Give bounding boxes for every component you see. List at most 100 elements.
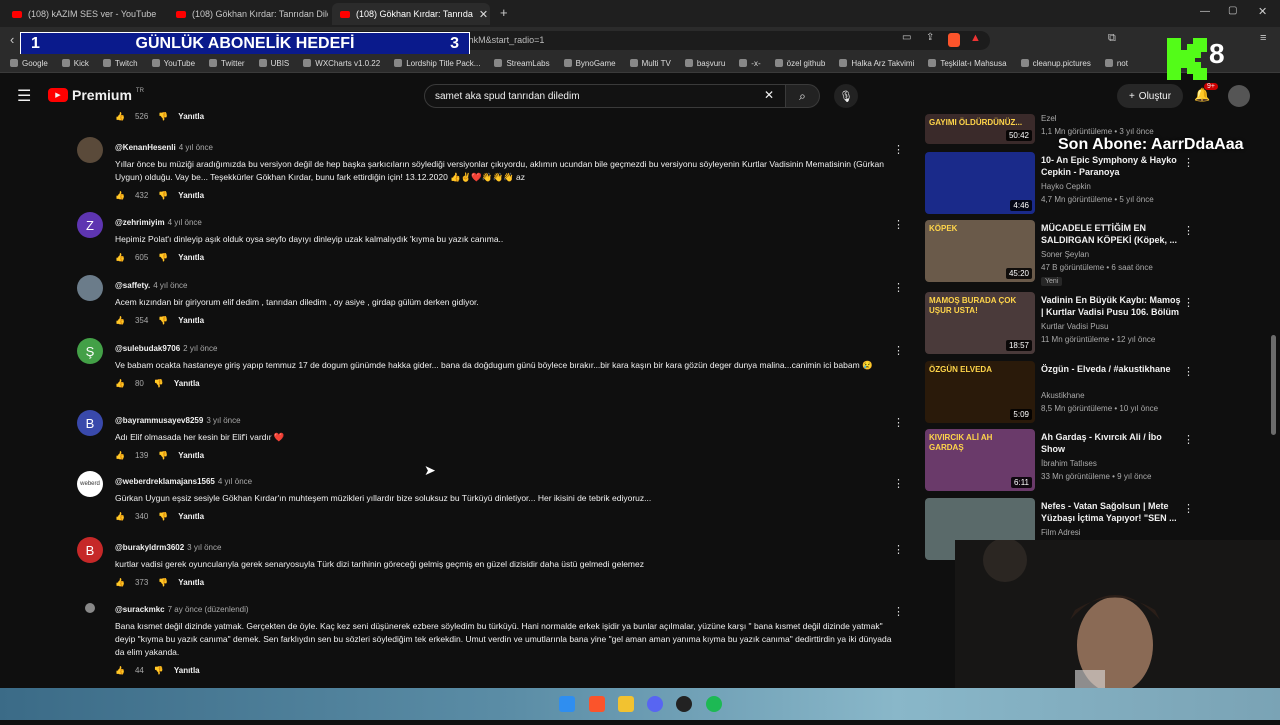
video-thumbnail[interactable]: 4:46 bbox=[925, 152, 1035, 214]
spotify-icon[interactable] bbox=[706, 696, 722, 712]
reply-button[interactable]: Yanıtla bbox=[178, 451, 204, 460]
menu-icon[interactable]: ≡ bbox=[1260, 32, 1266, 44]
browser-tab-1[interactable]: (108) kAZIM SES ver - YouTube bbox=[4, 3, 164, 25]
like-icon[interactable]: 👍 bbox=[115, 512, 125, 521]
close-window-icon[interactable]: ✕ bbox=[1258, 5, 1267, 18]
avatar[interactable] bbox=[85, 603, 95, 613]
recommendation-item[interactable]: MAMOŞ BURADA ÇOK UŞUR USTA! 18:57 Vadinin … bbox=[925, 292, 1195, 358]
comment-time[interactable]: 3 yıl önce bbox=[206, 416, 240, 425]
comment-time[interactable]: 4 yıl önce bbox=[179, 143, 213, 152]
comment-more-icon[interactable]: ⋮ bbox=[893, 543, 904, 556]
avatar[interactable]: B bbox=[77, 410, 103, 436]
channel-name[interactable]: Akustikhane bbox=[1041, 391, 1085, 400]
browser-tab-active[interactable]: (108) Gökhan Kırdar: Tanrıda ✕ bbox=[332, 3, 490, 25]
video-more-icon[interactable]: ⋮ bbox=[1183, 224, 1194, 237]
bookmark-item[interactable]: cleanup.pictures bbox=[1020, 59, 1091, 68]
like-icon[interactable]: 👍 bbox=[115, 451, 125, 460]
bookmark-item[interactable]: Kick bbox=[61, 59, 89, 68]
clear-search-icon[interactable]: ✕ bbox=[764, 88, 774, 102]
video-more-icon[interactable]: ⋮ bbox=[1183, 296, 1194, 309]
dislike-icon[interactable]: 👎 bbox=[158, 253, 168, 262]
new-tab-icon[interactable]: + bbox=[500, 5, 508, 20]
reply-button[interactable]: Yanıtla bbox=[178, 578, 204, 587]
comment-author[interactable]: @sulebudak9706 bbox=[115, 344, 180, 353]
comment-author[interactable]: @KenanHesenli bbox=[115, 143, 176, 152]
video-title[interactable]: MÜCADELE ETTİĞİM EN SALDIRGAN KÖPEKİ (Kö… bbox=[1041, 222, 1181, 246]
comment-more-icon[interactable]: ⋮ bbox=[893, 344, 904, 357]
like-icon[interactable]: 👍 bbox=[115, 253, 125, 262]
channel-name[interactable]: Hayko Cepkin bbox=[1041, 182, 1091, 191]
video-more-icon[interactable]: ⋮ bbox=[1183, 365, 1194, 378]
avatar[interactable]: Z bbox=[77, 212, 103, 238]
channel-name[interactable]: Soner Şeylan bbox=[1041, 250, 1089, 259]
comment-time[interactable]: 4 yıl önce bbox=[168, 218, 202, 227]
reply-button[interactable]: Yanıtla bbox=[178, 316, 204, 325]
video-title[interactable]: Ah Gardaş - Kıvırcık Ali / İbo Show bbox=[1041, 431, 1181, 455]
comment-author[interactable]: @weberdreklamajans1565 bbox=[115, 477, 215, 486]
like-icon[interactable]: 👍 bbox=[115, 578, 125, 587]
comment-more-icon[interactable]: ⋮ bbox=[893, 218, 904, 231]
video-more-icon[interactable]: ⋮ bbox=[1183, 156, 1194, 169]
comment-time[interactable]: 3 yıl önce bbox=[187, 543, 221, 552]
brave-shield-icon[interactable] bbox=[948, 33, 960, 47]
comment-author[interactable]: @zehrimiyim bbox=[115, 218, 165, 227]
voice-search-button[interactable]: 🎙 bbox=[834, 84, 858, 108]
like-icon[interactable]: 👍 bbox=[115, 379, 125, 388]
bookmark-item[interactable]: Google bbox=[10, 59, 48, 68]
video-title[interactable]: 10- An Epic Symphony & Hayko Cepkin - Pa… bbox=[1041, 154, 1181, 178]
dislike-icon[interactable]: 👎 bbox=[154, 666, 164, 675]
maximize-icon[interactable]: ▢ bbox=[1228, 5, 1237, 16]
comment-more-icon[interactable]: ⋮ bbox=[893, 416, 904, 429]
dislike-icon[interactable]: 👎 bbox=[158, 512, 168, 521]
comment-author[interactable]: @bayrammusayev8259 bbox=[115, 416, 203, 425]
hamburger-menu-icon[interactable]: ☰ bbox=[17, 86, 31, 106]
like-icon[interactable]: 👍 bbox=[115, 316, 125, 325]
avatar[interactable]: weberd bbox=[77, 471, 103, 497]
video-thumbnail[interactable]: ÖZGÜN ELVEDA 5:09 bbox=[925, 361, 1035, 423]
bookmark-item[interactable]: Lordship Title Pack... bbox=[394, 59, 480, 68]
close-icon[interactable]: ✕ bbox=[479, 8, 488, 21]
comment-more-icon[interactable]: ⋮ bbox=[893, 477, 904, 490]
bookmark-item[interactable]: -x- bbox=[739, 59, 761, 68]
search-button[interactable]: ⌕ bbox=[786, 84, 820, 108]
bookmark-item[interactable]: Multi TV bbox=[629, 59, 671, 68]
reply-button[interactable]: Yanıtla bbox=[178, 191, 204, 200]
back-icon[interactable]: ‹ bbox=[10, 32, 14, 47]
video-title[interactable]: Nefes - Vatan Sağolsun | Mete Yüzbaşı İç… bbox=[1041, 500, 1181, 524]
page-scrollbar[interactable] bbox=[1271, 335, 1276, 435]
comment-author[interactable]: @burakyldrm3602 bbox=[115, 543, 184, 552]
windows-start-icon[interactable] bbox=[559, 696, 575, 712]
dislike-icon[interactable]: 👎 bbox=[158, 191, 168, 200]
bookmark-item[interactable]: Teşkilat-ı Mahsusa bbox=[928, 59, 1007, 68]
bookmark-item[interactable]: başvuru bbox=[684, 59, 725, 68]
rewards-icon[interactable]: ▲ bbox=[970, 32, 981, 44]
comment-more-icon[interactable]: ⋮ bbox=[893, 281, 904, 294]
avatar[interactable] bbox=[1228, 85, 1250, 107]
dislike-icon[interactable]: 👎 bbox=[158, 451, 168, 460]
dislike-icon[interactable]: 👎 bbox=[158, 578, 168, 587]
dislike-icon[interactable]: 👎 bbox=[158, 112, 168, 121]
discord-icon[interactable] bbox=[647, 696, 663, 712]
search-input[interactable]: samet aka spud tanrıdan diledim bbox=[424, 84, 786, 108]
video-thumbnail[interactable]: MAMOŞ BURADA ÇOK UŞUR USTA! 18:57 bbox=[925, 292, 1035, 354]
video-thumbnail[interactable]: KÖPEK 45:20 bbox=[925, 220, 1035, 282]
avatar[interactable] bbox=[77, 275, 103, 301]
video-more-icon[interactable]: ⋮ bbox=[1183, 502, 1194, 515]
bookmark-item[interactable]: BynoGame bbox=[563, 59, 616, 68]
minimize-icon[interactable]: — bbox=[1200, 6, 1210, 17]
channel-name[interactable]: İbrahim Tatlıses bbox=[1041, 459, 1097, 468]
comment-more-icon[interactable]: ⋮ bbox=[893, 605, 904, 618]
reply-button[interactable]: Yanıtla bbox=[174, 666, 200, 675]
obs-icon[interactable] bbox=[676, 696, 692, 712]
brave-browser-icon[interactable] bbox=[589, 696, 605, 712]
reply-button[interactable]: Yanıtla bbox=[178, 253, 204, 262]
video-thumbnail[interactable]: GAYIMI ÖLDÜRDÜNÜZ... 50:42 bbox=[925, 114, 1035, 144]
comment-time[interactable]: 4 yıl önce bbox=[218, 477, 252, 486]
like-icon[interactable]: 👍 bbox=[115, 666, 125, 675]
bookmark-item[interactable]: özel github bbox=[774, 59, 825, 68]
youtube-logo[interactable]: ▶ Premium TR bbox=[48, 87, 144, 103]
extensions-icon[interactable]: ⧉ bbox=[1108, 32, 1116, 45]
video-more-icon[interactable]: ⋮ bbox=[1183, 433, 1194, 446]
browser-tab-2[interactable]: (108) Gökhan Kırdar: Tanrıdan Diledin bbox=[168, 3, 328, 25]
file-explorer-icon[interactable] bbox=[618, 696, 634, 712]
